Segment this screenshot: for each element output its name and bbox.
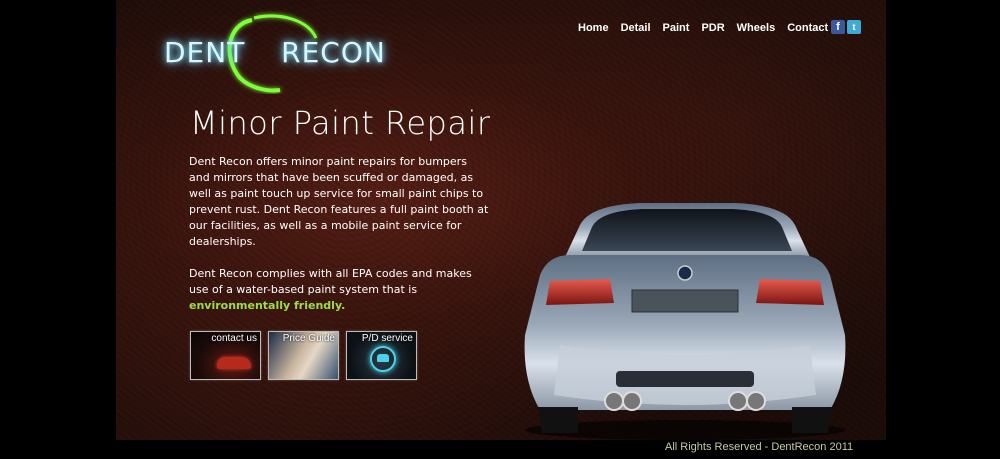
- paragraph-epa-text: Dent Recon complies with all EPA codes a…: [189, 267, 472, 296]
- eco-friendly-highlight: environmentally friendly.: [189, 299, 346, 312]
- feature-buttons: contact us Price Guide P/D service: [190, 331, 417, 380]
- dent-recon-logo[interactable]: DENT RECON: [140, 8, 385, 94]
- contact-us-label: contact us: [211, 333, 257, 344]
- logo-text-recon: RECON: [281, 36, 386, 69]
- nav-contact[interactable]: Contact: [787, 22, 828, 34]
- paragraph-paint-services: Dent Recon offers minor paint repairs fo…: [189, 155, 489, 248]
- nav-wheels[interactable]: Wheels: [737, 22, 776, 34]
- nav-home[interactable]: Home: [578, 22, 609, 34]
- bmw-car-rear-image: [524, 203, 846, 440]
- nav-paint[interactable]: Paint: [663, 22, 690, 34]
- nav-detail[interactable]: Detail: [621, 22, 651, 34]
- main-nav: Home Detail Paint PDR Wheels Contact: [578, 22, 828, 34]
- contact-us-button[interactable]: contact us: [190, 331, 261, 380]
- facebook-icon[interactable]: f: [831, 20, 845, 34]
- pd-service-label: P/D service: [361, 333, 413, 344]
- red-car-thumbnail-icon: [217, 357, 251, 369]
- pdr-car-icon: [377, 354, 389, 362]
- twitter-icon[interactable]: t: [847, 20, 861, 34]
- paragraph-epa: Dent Recon complies with all EPA codes a…: [189, 266, 489, 314]
- social-links: f t: [831, 20, 861, 34]
- price-guide-label: Price Guide: [282, 333, 335, 344]
- page-title: Minor Paint Repair: [190, 104, 491, 142]
- price-guide-button[interactable]: Price Guide: [268, 331, 339, 380]
- logo-text-dent: DENT: [164, 36, 246, 69]
- pd-service-button[interactable]: P/D service: [346, 331, 417, 380]
- body-content: Dent Recon offers minor paint repairs fo…: [189, 154, 489, 314]
- nav-pdr[interactable]: PDR: [701, 22, 724, 34]
- footer-copyright: All Rights Reserved - DentRecon 2011: [665, 441, 854, 453]
- page-background: DENT RECON Home Detail Paint PDR Wheels …: [116, 0, 886, 440]
